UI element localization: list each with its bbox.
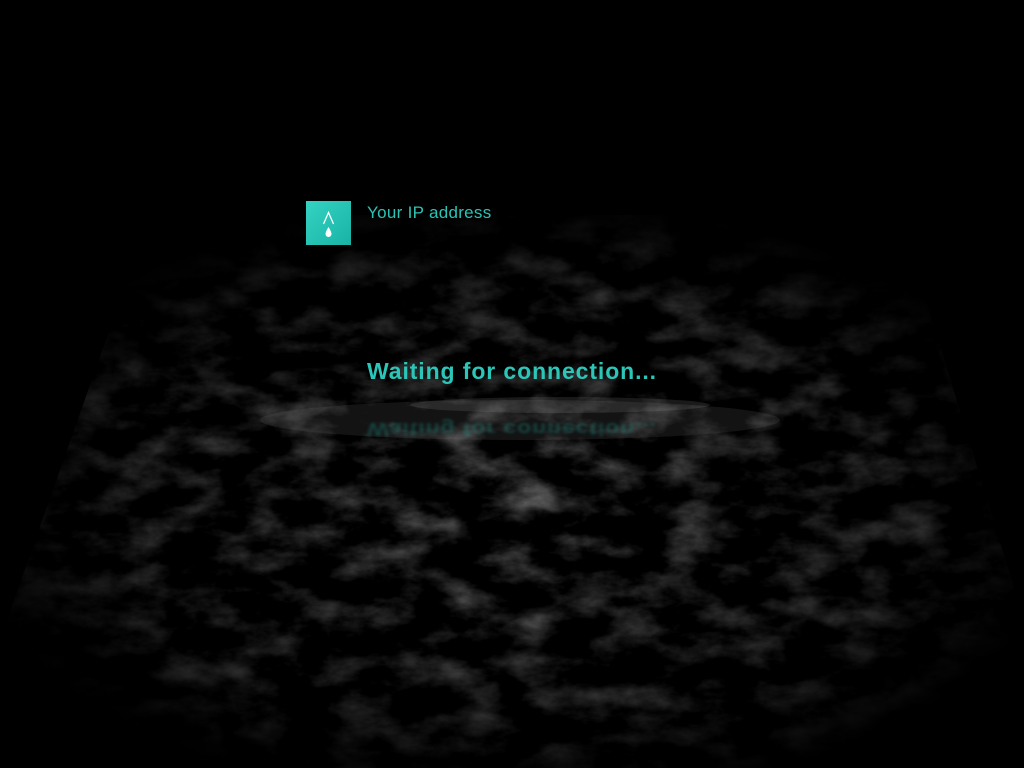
connection-status: Waiting for connection...: [367, 358, 657, 384]
connection-status-reflection: Waiting for connection...: [367, 419, 657, 440]
app-logo: [306, 201, 351, 245]
screen: Your IP address Waiting for connection..…: [0, 0, 1024, 768]
ip-address-label: Your IP address: [367, 203, 492, 222]
drop-logo-icon: [322, 210, 335, 237]
